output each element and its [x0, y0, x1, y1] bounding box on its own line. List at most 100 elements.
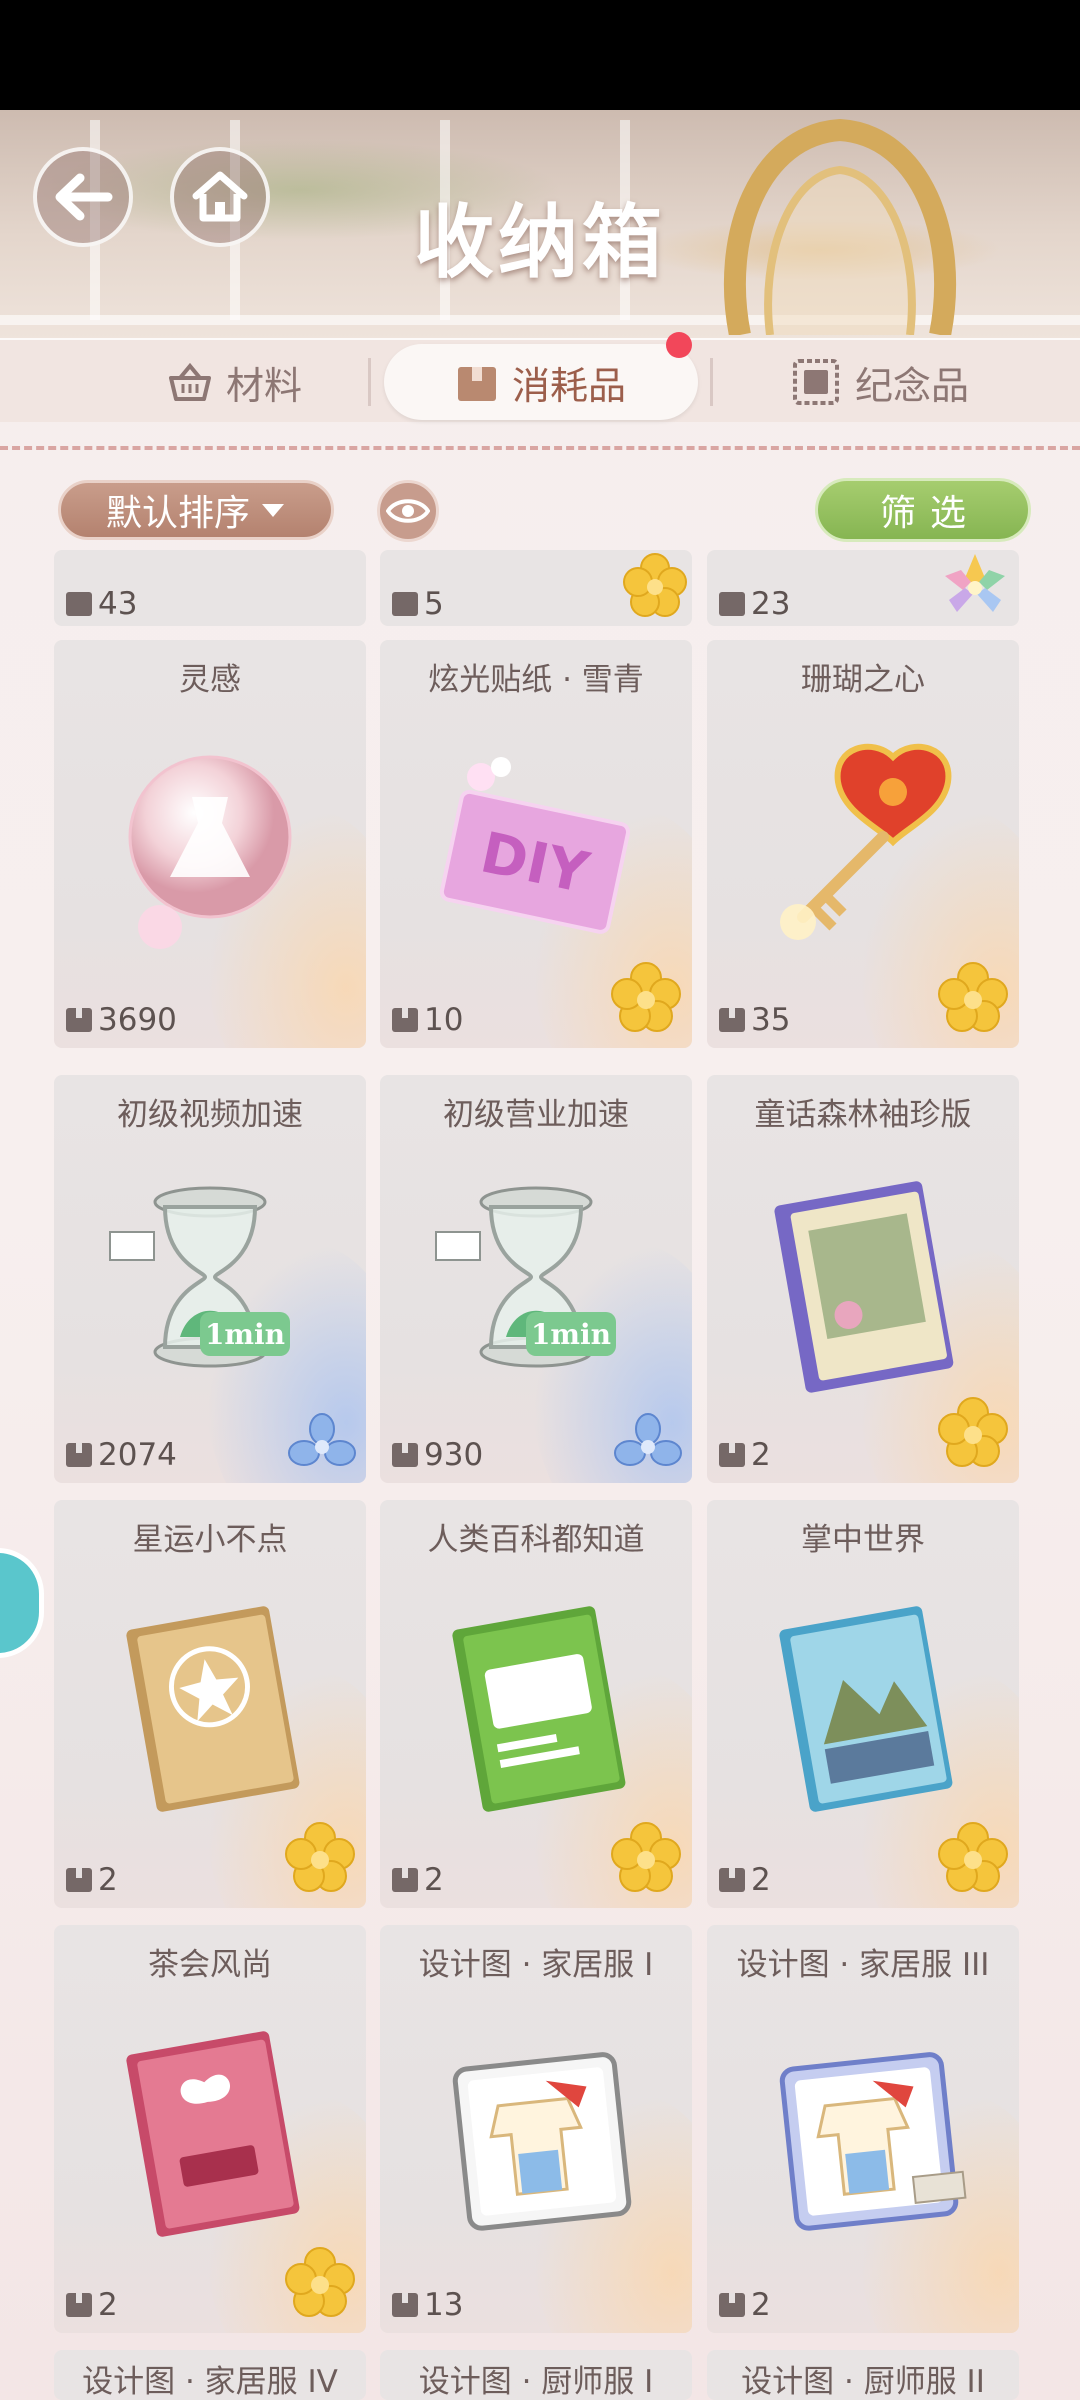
- item-image: [416, 1562, 656, 1852]
- rarity-badge: [606, 958, 686, 1042]
- eye-icon: [386, 499, 430, 523]
- item-name: 童话森林袖珍版: [754, 1097, 972, 1133]
- item-card[interactable]: 设计图 · 家居服 I 13: [380, 1925, 692, 2333]
- notification-dot: [666, 332, 692, 358]
- item-card-partial[interactable]: 23: [707, 550, 1019, 626]
- book-icon: [126, 2031, 300, 2237]
- item-count-row: 2: [392, 1862, 444, 1898]
- page-title: 收纳箱: [414, 195, 666, 289]
- storage-box-icon: [719, 1868, 745, 1892]
- item-card-partial[interactable]: 43: [54, 550, 366, 626]
- hourglass-icon: 1min: [435, 1186, 616, 1368]
- item-card[interactable]: 茶会风尚 2: [54, 1925, 366, 2333]
- item-image: [90, 1987, 330, 2277]
- item-image: [743, 1137, 983, 1427]
- item-count-row: 930: [392, 1437, 483, 1473]
- item-card[interactable]: 星运小不点 2: [54, 1500, 366, 1908]
- item-count-row: 2074: [66, 1437, 177, 1473]
- item-name: 茶会风尚: [148, 1947, 272, 1983]
- tab-materials-label: 材料: [225, 363, 302, 408]
- visibility-toggle[interactable]: [377, 480, 439, 542]
- duration-text: 1min: [205, 1318, 285, 1351]
- star-flower-icon: [623, 553, 687, 617]
- item-card[interactable]: 童话森林袖珍版 2: [707, 1075, 1019, 1483]
- item-count: 2: [424, 1862, 444, 1898]
- duration-text: 1min: [531, 1318, 611, 1351]
- item-name: 设计图 · 厨师服 II: [741, 2364, 985, 2400]
- storage-box-icon: [719, 1443, 745, 1467]
- star-flower-icon: [938, 1397, 1008, 1467]
- rarity-badge: [933, 1818, 1013, 1902]
- blue-flower-icon: [614, 1413, 682, 1466]
- item-count: 13: [424, 2287, 464, 2323]
- diy-sticker-icon: DIY: [439, 757, 631, 934]
- item-count-row: 3690: [66, 1002, 177, 1038]
- tab-souvenirs[interactable]: 纪念品: [770, 344, 990, 420]
- item-card[interactable]: 炫光贴纸 · 雪青 DIY 10: [380, 640, 692, 1048]
- item-image: 1min: [416, 1137, 656, 1427]
- item-image: [743, 1987, 983, 2277]
- item-count-row: 2: [719, 2287, 771, 2323]
- item-card-partial[interactable]: 设计图 · 厨师服 I: [380, 2350, 692, 2400]
- rarity-badge: [284, 1411, 360, 1477]
- item-card[interactable]: 设计图 · 家居服 III 2: [707, 1925, 1019, 2333]
- item-card[interactable]: 掌中世界 2: [707, 1500, 1019, 1908]
- storage-box-icon: [66, 1443, 92, 1467]
- item-count: 2: [751, 2287, 771, 2323]
- item-count-row: 2: [719, 1862, 771, 1898]
- storage-box-icon: [66, 1868, 92, 1892]
- stamp-icon: [792, 359, 839, 405]
- item-count: 10: [424, 1002, 464, 1038]
- item-count: 2074: [98, 1437, 177, 1473]
- item-name: 设计图 · 厨师服 I: [418, 2364, 654, 2400]
- item-card[interactable]: 珊瑚之心 35: [707, 640, 1019, 1048]
- divider: [0, 446, 1080, 450]
- item-name: 星运小不点: [132, 1522, 288, 1558]
- item-card[interactable]: 初级视频加速 1min 2074: [54, 1075, 366, 1483]
- box-icon: [457, 367, 496, 401]
- item-image: 1min: [90, 1137, 330, 1427]
- item-count: 2: [98, 2287, 118, 2323]
- item-name: 珊瑚之心: [801, 662, 925, 698]
- sort-dropdown[interactable]: 默认排序: [58, 480, 334, 540]
- item-count: 2: [98, 1862, 118, 1898]
- storage-box-icon: [392, 592, 418, 616]
- star-flower-icon: [285, 1822, 355, 1892]
- blueprint-icon: [452, 2052, 632, 2231]
- tab-materials[interactable]: 材料: [90, 344, 380, 420]
- rarity-badge: [280, 2243, 360, 2327]
- floating-side-button[interactable]: [0, 1548, 44, 1658]
- storage-box-icon: [719, 1008, 745, 1032]
- item-card-partial[interactable]: 设计图 · 家居服 IV: [54, 2350, 366, 2400]
- storage-box-icon: [66, 592, 92, 616]
- sort-label: 默认排序: [105, 493, 250, 534]
- star-flower-icon: [611, 1822, 681, 1892]
- item-count: 930: [424, 1437, 484, 1473]
- rarity-badge: [933, 958, 1013, 1042]
- item-card[interactable]: 人类百科都知道 2: [380, 1500, 692, 1908]
- gem-flower-icon: [945, 554, 1005, 612]
- item-name: 灵感: [179, 662, 241, 698]
- item-card-partial[interactable]: 5: [380, 550, 692, 626]
- coral-heart-key-icon: [780, 743, 952, 940]
- caret-down-icon: [262, 504, 284, 517]
- item-count: 23: [751, 586, 791, 622]
- item-count: 35: [751, 1002, 791, 1038]
- item-name: 人类百科都知道: [427, 1522, 645, 1558]
- filter-button[interactable]: 筛选: [815, 478, 1031, 542]
- tab-consumables[interactable]: 消耗品: [384, 344, 698, 420]
- item-count-row: 2: [66, 2287, 118, 2323]
- item-name: 设计图 · 家居服 I: [418, 1947, 654, 1983]
- item-image: [743, 702, 983, 992]
- item-count: 3690: [98, 1002, 177, 1038]
- tab-bar: 材料 消耗品 纪念品: [0, 338, 1080, 422]
- item-count-row: 13: [392, 2287, 463, 2323]
- item-name: 初级视频加速: [117, 1097, 303, 1133]
- rarity-badge: [933, 1393, 1013, 1477]
- item-card-partial[interactable]: 设计图 · 厨师服 II: [707, 2350, 1019, 2400]
- storage-box-icon: [719, 592, 745, 616]
- status-bar: [0, 0, 1080, 110]
- item-card[interactable]: 初级营业加速 1min 930: [380, 1075, 692, 1483]
- item-card[interactable]: 灵感 3690: [54, 640, 366, 1048]
- item-count: 2: [751, 1437, 771, 1473]
